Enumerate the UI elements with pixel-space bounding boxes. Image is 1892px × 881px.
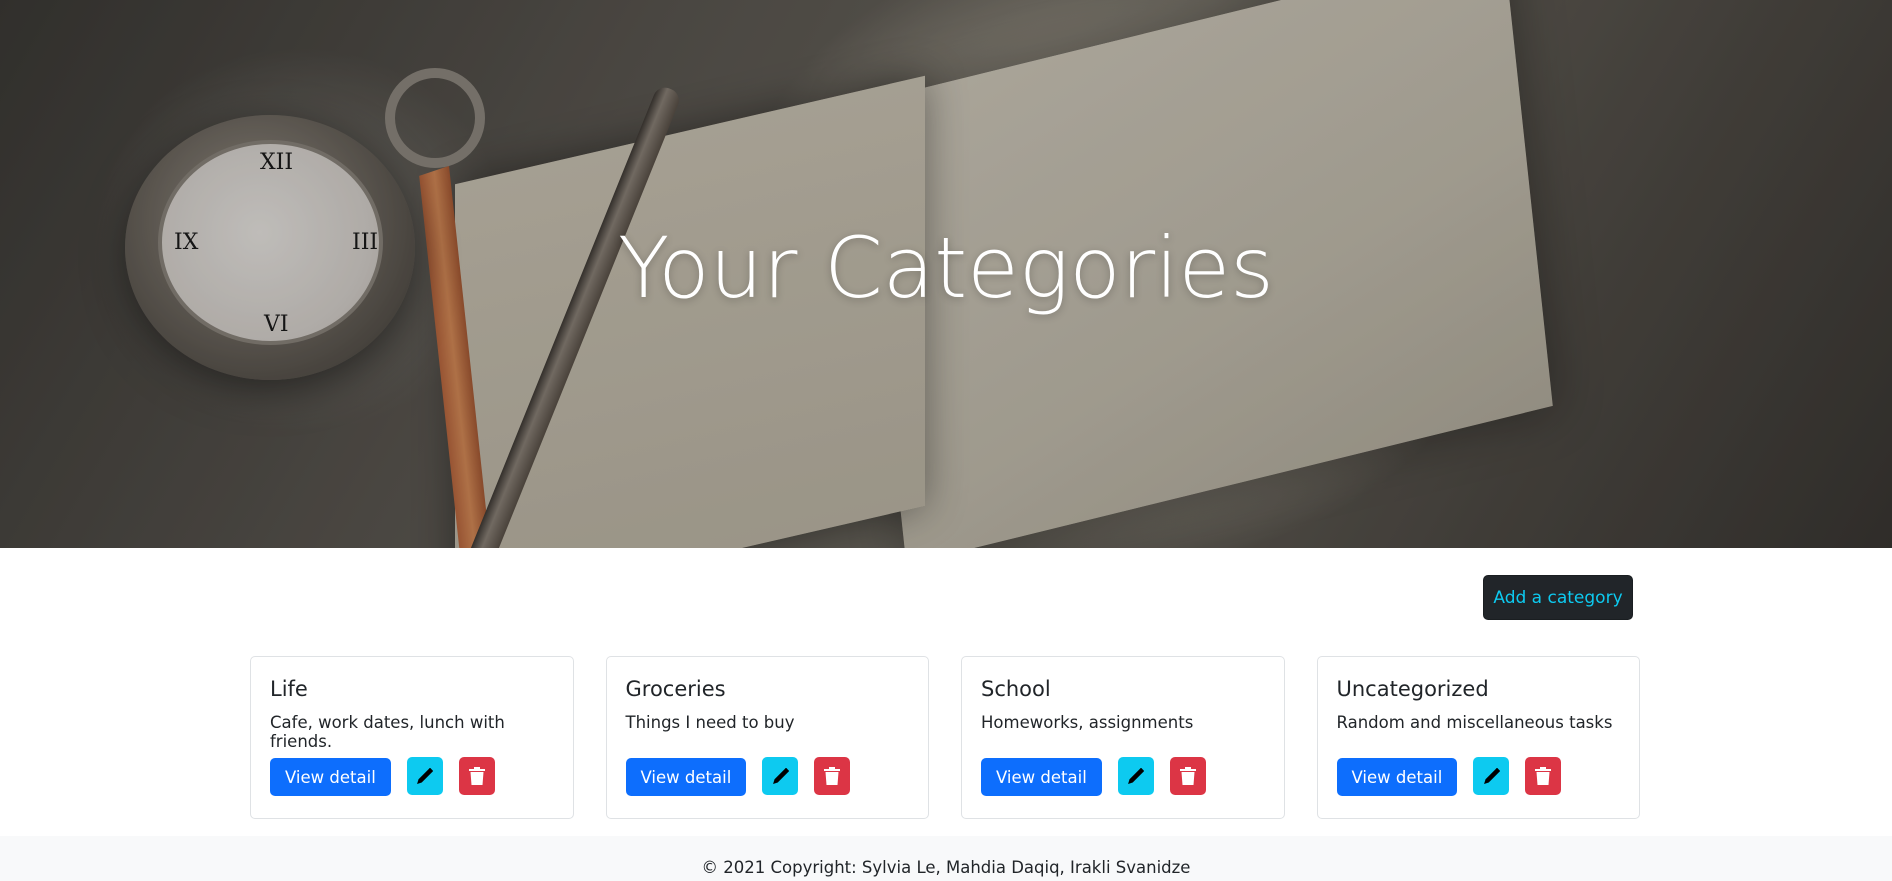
category-title: Uncategorized xyxy=(1336,677,1489,701)
pencil-icon xyxy=(417,767,434,784)
category-actions: View detail xyxy=(1336,757,1562,796)
category-actions: View detail xyxy=(625,757,851,796)
trash-icon xyxy=(1179,767,1196,785)
edit-category-button[interactable] xyxy=(1117,757,1154,795)
delete-category-button[interactable] xyxy=(814,757,851,795)
category-card-life: Life Cafe, work dates, lunch with friend… xyxy=(250,656,574,819)
hero-banner: XII III VI IX Your Categories xyxy=(0,0,1892,548)
category-description: Homeworks, assignments xyxy=(981,713,1194,733)
view-detail-button[interactable]: View detail xyxy=(981,758,1102,796)
category-title: Groceries xyxy=(625,677,726,701)
trash-icon xyxy=(1535,767,1552,785)
pencil-icon xyxy=(1128,767,1145,784)
view-detail-button[interactable]: View detail xyxy=(1336,758,1458,796)
trash-icon xyxy=(468,767,485,785)
category-description: Things I need to buy xyxy=(625,713,795,733)
trash-icon xyxy=(824,767,841,785)
add-category-button[interactable]: Add a category xyxy=(1483,575,1633,620)
edit-category-button[interactable] xyxy=(1473,757,1510,795)
footer-copyright: © 2021 Copyright: Sylvia Le, Mahdia Daqi… xyxy=(701,858,1191,877)
delete-category-button[interactable] xyxy=(1525,757,1562,795)
category-list: Life Cafe, work dates, lunch with friend… xyxy=(250,656,1640,819)
category-card-groceries: Groceries Things I need to buy View deta… xyxy=(605,656,929,819)
footer: © 2021 Copyright: Sylvia Le, Mahdia Daqi… xyxy=(0,836,1892,881)
category-card-school: School Homeworks, assignments View detai… xyxy=(961,656,1285,819)
pencil-icon xyxy=(1483,767,1500,784)
delete-category-button[interactable] xyxy=(458,757,495,795)
category-actions: View detail xyxy=(981,757,1206,796)
category-description: Cafe, work dates, lunch with friends. xyxy=(270,713,505,752)
category-actions: View detail xyxy=(270,757,495,796)
page-title: Your Categories xyxy=(618,219,1274,317)
edit-category-button[interactable] xyxy=(406,757,443,795)
category-card-uncategorized: Uncategorized Random and miscellaneous t… xyxy=(1316,656,1640,819)
view-detail-button[interactable]: View detail xyxy=(270,758,391,796)
view-detail-button[interactable]: View detail xyxy=(625,758,747,796)
delete-category-button[interactable] xyxy=(1169,757,1206,795)
pencil-icon xyxy=(772,767,789,784)
edit-category-button[interactable] xyxy=(762,757,799,795)
category-title: School xyxy=(981,677,1051,701)
category-title: Life xyxy=(270,677,308,701)
category-description: Random and miscellaneous tasks xyxy=(1336,713,1613,733)
